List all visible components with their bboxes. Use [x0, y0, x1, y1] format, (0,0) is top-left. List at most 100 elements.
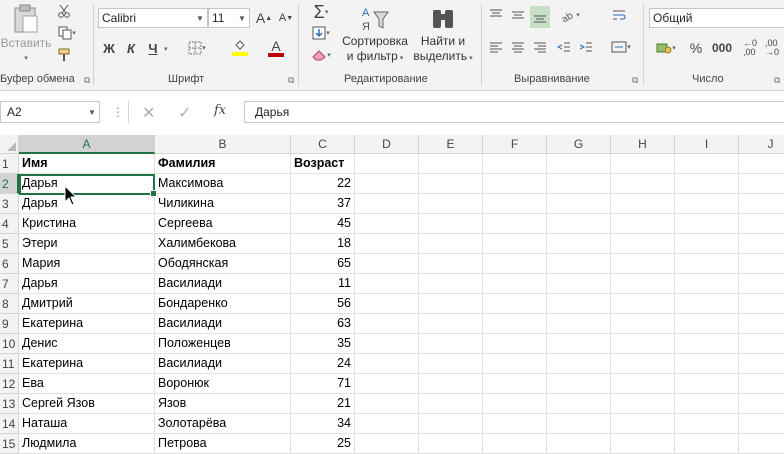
autosum-icon[interactable]: Σ ▾ — [306, 2, 336, 22]
format-painter-icon[interactable] — [55, 46, 73, 64]
cell-e2[interactable] — [419, 174, 483, 194]
font-name-select[interactable]: Calibri ▼ — [98, 8, 208, 28]
cell-j4[interactable] — [739, 214, 784, 234]
column-header-c[interactable]: C — [291, 135, 355, 154]
row-header[interactable]: 11 — [0, 354, 19, 374]
cell-c10[interactable]: 35 — [291, 334, 355, 354]
column-header-f[interactable]: F — [483, 135, 547, 154]
select-all-button[interactable] — [0, 135, 19, 154]
cell-a2[interactable]: Дарья — [19, 174, 155, 194]
cell-a11[interactable]: Екатерина — [19, 354, 155, 374]
cell-d1[interactable] — [355, 154, 419, 174]
cell-f7[interactable] — [483, 274, 547, 294]
row-header[interactable]: 9 — [0, 314, 19, 334]
cell-g10[interactable] — [547, 334, 611, 354]
column-header-h[interactable]: H — [611, 135, 675, 154]
cell-i4[interactable] — [675, 214, 739, 234]
row-header[interactable]: 15 — [0, 434, 19, 454]
row-header[interactable]: 10 — [0, 334, 19, 354]
cell-f13[interactable] — [483, 394, 547, 414]
cell-e11[interactable] — [419, 354, 483, 374]
cell-d6[interactable] — [355, 254, 419, 274]
decrease-decimal-icon[interactable]: ,00 →0 — [762, 38, 782, 58]
borders-icon[interactable]: ▾ — [184, 38, 210, 58]
cell-d15[interactable] — [355, 434, 419, 454]
cell-d3[interactable] — [355, 194, 419, 214]
cell-g12[interactable] — [547, 374, 611, 394]
cell-g9[interactable] — [547, 314, 611, 334]
dialog-launcher-icon[interactable]: ⧉ — [774, 75, 780, 86]
cell-g14[interactable] — [547, 414, 611, 434]
cell-j1[interactable] — [739, 154, 784, 174]
percent-button[interactable]: % — [686, 38, 706, 58]
row-header[interactable]: 3 — [0, 194, 19, 214]
cell-a10[interactable]: Денис — [19, 334, 155, 354]
cell-h12[interactable] — [611, 374, 675, 394]
decrease-indent-icon[interactable] — [554, 38, 574, 56]
cell-c7[interactable]: 11 — [291, 274, 355, 294]
cell-e7[interactable] — [419, 274, 483, 294]
cell-f1[interactable] — [483, 154, 547, 174]
cell-d12[interactable] — [355, 374, 419, 394]
column-header-g[interactable]: G — [547, 135, 611, 154]
row-header[interactable]: 2 — [0, 174, 19, 194]
increase-font-size-icon[interactable]: A ▲ — [254, 8, 274, 28]
cell-g2[interactable] — [547, 174, 611, 194]
cancel-icon[interactable]: ✕ — [142, 103, 155, 123]
cell-c5[interactable]: 18 — [291, 234, 355, 254]
cell-g4[interactable] — [547, 214, 611, 234]
cell-d5[interactable] — [355, 234, 419, 254]
cell-c3[interactable]: 37 — [291, 194, 355, 214]
cell-g11[interactable] — [547, 354, 611, 374]
dialog-launcher-icon[interactable]: ⧉ — [288, 75, 294, 86]
cell-c2[interactable]: 22 — [291, 174, 355, 194]
cell-a1[interactable]: Имя — [19, 154, 155, 174]
insert-function-icon[interactable]: fx — [214, 103, 226, 118]
cell-g15[interactable] — [547, 434, 611, 454]
cell-h1[interactable] — [611, 154, 675, 174]
cell-b1[interactable]: Фамилия — [155, 154, 291, 174]
decrease-font-size-icon[interactable]: A ▼ — [276, 8, 296, 28]
cell-d11[interactable] — [355, 354, 419, 374]
cell-f9[interactable] — [483, 314, 547, 334]
formula-input[interactable]: Дарья — [244, 101, 784, 123]
cell-a8[interactable]: Дмитрий — [19, 294, 155, 314]
orientation-icon[interactable]: ab ▾ — [556, 6, 584, 24]
cell-b5[interactable]: Халимбекова — [155, 234, 291, 254]
column-header-a[interactable]: A — [19, 135, 155, 154]
cell-b10[interactable]: Положенцев — [155, 334, 291, 354]
cell-g1[interactable] — [547, 154, 611, 174]
cell-g3[interactable] — [547, 194, 611, 214]
cell-j7[interactable] — [739, 274, 784, 294]
column-header-b[interactable]: B — [155, 135, 291, 154]
cell-b2[interactable]: Максимова — [155, 174, 291, 194]
cell-h10[interactable] — [611, 334, 675, 354]
clear-icon[interactable]: ▾ — [306, 46, 336, 64]
cell-e12[interactable] — [419, 374, 483, 394]
cell-i9[interactable] — [675, 314, 739, 334]
cell-i2[interactable] — [675, 174, 739, 194]
cell-c12[interactable]: 71 — [291, 374, 355, 394]
row-header[interactable]: 14 — [0, 414, 19, 434]
cell-h7[interactable] — [611, 274, 675, 294]
name-box[interactable]: A2 ▼ — [0, 101, 100, 123]
cell-b7[interactable]: Василиади — [155, 274, 291, 294]
cell-d13[interactable] — [355, 394, 419, 414]
row-header[interactable]: 5 — [0, 234, 19, 254]
chevron-down-icon[interactable]: ▾ — [164, 45, 168, 53]
cell-h4[interactable] — [611, 214, 675, 234]
row-header[interactable]: 8 — [0, 294, 19, 314]
cell-c15[interactable]: 25 — [291, 434, 355, 454]
cell-a5[interactable]: Этери — [19, 234, 155, 254]
cell-a13[interactable]: Сергей Язов — [19, 394, 155, 414]
row-header[interactable]: 6 — [0, 254, 19, 274]
cell-b13[interactable]: Язов — [155, 394, 291, 414]
underline-button[interactable]: Ч — [144, 38, 162, 58]
cell-j9[interactable] — [739, 314, 784, 334]
align-top-icon[interactable] — [486, 6, 506, 24]
cell-j8[interactable] — [739, 294, 784, 314]
cell-h13[interactable] — [611, 394, 675, 414]
cell-i11[interactable] — [675, 354, 739, 374]
cell-d10[interactable] — [355, 334, 419, 354]
cell-i5[interactable] — [675, 234, 739, 254]
